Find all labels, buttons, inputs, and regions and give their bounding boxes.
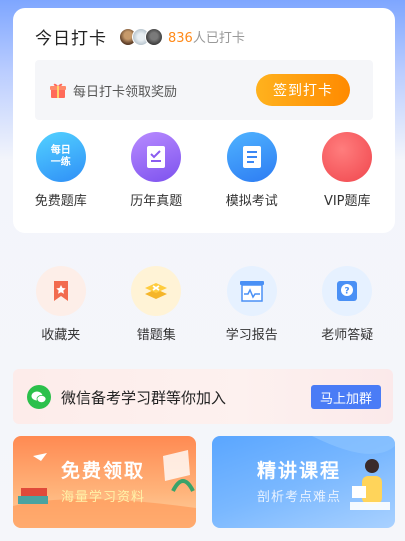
layers-x-icon <box>131 266 182 316</box>
checkin-card: 今日打卡 836人已打卡 每日打卡领取奖励 签到打卡 每日 一练 免费题库 历年… <box>13 8 395 233</box>
gift-icon <box>50 83 66 98</box>
grid-item-mock-exam[interactable]: 模拟考试 <box>204 132 300 209</box>
wechat-icon <box>27 385 51 409</box>
question-icon: ? <box>322 266 373 316</box>
grid-item-past-exams[interactable]: 历年真题 <box>109 132 205 209</box>
wechat-text: 微信备考学习群等你加入 <box>61 389 227 407</box>
main-grid: 每日 一练 免费题库 历年真题 模拟考试 VIP题库 <box>13 132 395 209</box>
grid-item-free-bank[interactable]: 每日 一练 免费题库 <box>13 132 109 209</box>
grid-item-vip-bank[interactable]: VIP题库 <box>300 132 396 209</box>
free-question-bank-icon: 每日 一练 <box>35 132 86 182</box>
free-badge-line1: 每日 <box>50 145 71 156</box>
document-icon <box>226 132 277 182</box>
checklist-icon <box>131 132 182 182</box>
tool-item-report[interactable]: 学习报告 <box>204 266 300 343</box>
join-group-button[interactable]: 马上加群 <box>311 385 381 409</box>
checkin-count-suffix: 人已打卡 <box>192 31 245 46</box>
svg-text:?: ? <box>345 287 350 297</box>
tool-item-mistakes[interactable]: 错题集 <box>109 266 205 343</box>
checkin-avatars <box>119 27 163 46</box>
tool-item-favorites[interactable]: 收藏夹 <box>13 266 109 343</box>
banner-title: 精讲课程 <box>257 460 342 482</box>
tool-item-label: 老师答疑 <box>321 328 374 343</box>
banner-title: 免费领取 <box>61 460 146 482</box>
checkin-button[interactable]: 签到打卡 <box>256 74 350 106</box>
reward-text: 每日打卡领取奖励 <box>73 85 178 100</box>
checkin-count: 836人已打卡 <box>168 27 245 46</box>
grid-item-label: 历年真题 <box>130 194 183 209</box>
tool-item-label: 学习报告 <box>225 328 278 343</box>
free-badge-line2: 一练 <box>50 157 71 168</box>
bookmark-star-icon <box>35 266 86 316</box>
vip-icon <box>322 132 373 182</box>
wechat-group-bar[interactable]: 微信备考学习群等你加入 马上加群 <box>13 369 393 424</box>
banner-courses[interactable]: 精讲课程 剖析考点难点 <box>212 436 395 528</box>
checkin-count-number: 836 <box>168 31 193 46</box>
tool-item-teacher-qa[interactable]: ? 老师答疑 <box>300 266 396 343</box>
tool-item-label: 收藏夹 <box>41 328 81 343</box>
tools-grid: 收藏夹 错题集 学习报告 ? 老师答疑 <box>13 266 395 343</box>
grid-item-label: 免费题库 <box>34 194 87 209</box>
report-chart-icon <box>226 266 277 316</box>
banner-subtitle: 剖析考点难点 <box>257 490 342 505</box>
tool-item-label: 错题集 <box>136 328 176 343</box>
banner-subtitle: 海量学习资料 <box>61 490 146 505</box>
checkin-title: 今日打卡 <box>35 29 107 49</box>
checkin-header: 今日打卡 836人已打卡 <box>35 24 245 49</box>
banner-free-materials[interactable]: 免费领取 海量学习资料 <box>13 436 196 528</box>
grid-item-label: 模拟考试 <box>225 194 278 209</box>
reward-bar: 每日打卡领取奖励 签到打卡 <box>35 60 373 120</box>
avatar <box>145 27 163 46</box>
grid-item-label: VIP题库 <box>323 194 371 209</box>
